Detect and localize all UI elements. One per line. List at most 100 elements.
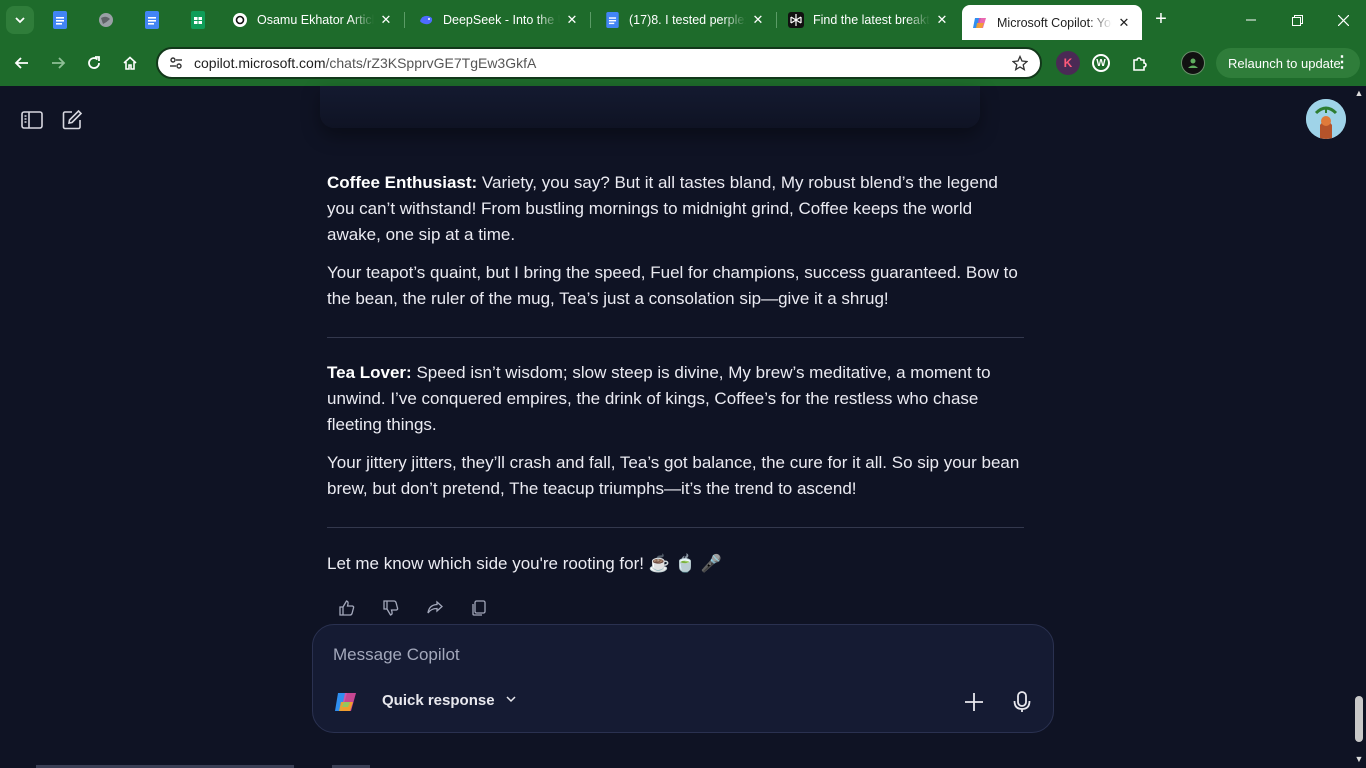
thumbs-down-icon[interactable] bbox=[380, 597, 402, 619]
plus-icon bbox=[965, 693, 983, 711]
minimize-button[interactable] bbox=[1228, 0, 1274, 40]
tab-perplexity-doc[interactable]: (17)8. I tested perplexity ✕ bbox=[594, 6, 776, 34]
browser-toolbar: copilot.microsoft.com/chats/rZ3KSpprvGE7… bbox=[0, 40, 1366, 86]
perplexity-icon bbox=[788, 12, 804, 28]
extension-w-icon: W bbox=[1096, 57, 1106, 69]
home-icon bbox=[123, 56, 137, 70]
pinned-tab-globe[interactable] bbox=[93, 7, 119, 33]
close-icon bbox=[1337, 14, 1349, 26]
url-text: copilot.microsoft.com/chats/rZ3KSpprvGE7… bbox=[194, 55, 536, 71]
add-attachment-button[interactable] bbox=[961, 689, 987, 715]
scrollbar-thumb[interactable] bbox=[1355, 696, 1363, 742]
docs-icon bbox=[604, 12, 620, 28]
url-path: /chats/rZ3KSpprvGE7TgEw3GkfA bbox=[325, 55, 537, 71]
tab-title: DeepSeek - Into the Unknown bbox=[443, 13, 560, 27]
tab-search-button[interactable] bbox=[6, 6, 34, 34]
puzzle-icon bbox=[1133, 57, 1147, 71]
chevron-down-icon bbox=[15, 17, 25, 24]
toggle-sidebar-button[interactable] bbox=[20, 108, 44, 132]
close-icon[interactable]: ✕ bbox=[750, 12, 766, 28]
coffee-verse-1: Coffee Enthusiast: Variety, you say? But… bbox=[327, 170, 1024, 248]
close-icon[interactable]: ✕ bbox=[564, 12, 580, 28]
tab-copilot-active[interactable]: Microsoft Copilot: Your AI companion ✕ bbox=[962, 5, 1142, 40]
pinned-tab-sheets[interactable] bbox=[185, 7, 211, 33]
voice-input-button[interactable] bbox=[1009, 689, 1035, 715]
extensions-button[interactable] bbox=[1128, 51, 1152, 75]
deepseek-icon bbox=[418, 12, 434, 28]
restore-icon bbox=[1291, 14, 1303, 26]
tab-title: (17)8. I tested perplexity bbox=[629, 13, 746, 27]
restore-button[interactable] bbox=[1274, 0, 1320, 40]
tea-verse-1: Tea Lover: Speed isn’t wisdom; slow stee… bbox=[327, 360, 1024, 438]
copy-icon[interactable] bbox=[468, 597, 490, 619]
tab-separator bbox=[776, 12, 777, 28]
coffee-section: Coffee Enthusiast: Variety, you say? But… bbox=[327, 170, 1024, 324]
close-icon[interactable]: ✕ bbox=[934, 12, 950, 28]
pinned-tab-docs[interactable] bbox=[47, 7, 73, 33]
arrow-right-icon bbox=[52, 57, 66, 69]
message-actions bbox=[336, 597, 490, 619]
sheets-icon bbox=[191, 11, 205, 29]
avatar-icon bbox=[1306, 99, 1346, 139]
tab-osamu[interactable]: Osamu Ekhator Articles ✕ bbox=[222, 6, 404, 34]
site-info-icon[interactable] bbox=[166, 55, 186, 71]
message-input[interactable]: Message Copilot bbox=[333, 645, 460, 665]
new-tab-button[interactable]: + bbox=[1150, 9, 1172, 31]
pinned-tab-docs-2[interactable] bbox=[139, 7, 165, 33]
bookmark-star-icon[interactable] bbox=[1011, 54, 1029, 76]
compose-icon bbox=[62, 109, 83, 130]
tab-title: Find the latest breakthroughs bbox=[813, 13, 930, 27]
extension-w-button[interactable]: W bbox=[1092, 54, 1110, 72]
extension-k-icon: K bbox=[1063, 56, 1073, 70]
threads-icon bbox=[232, 12, 248, 28]
back-button[interactable] bbox=[8, 49, 36, 77]
menu-dots-icon[interactable]: ⋮ bbox=[1334, 52, 1350, 72]
scroll-up-arrow-icon[interactable]: ▲ bbox=[1353, 88, 1365, 98]
copilot-icon bbox=[972, 15, 988, 31]
profile-button[interactable] bbox=[1181, 51, 1205, 75]
url-domain: copilot.microsoft.com bbox=[194, 55, 326, 71]
thumbs-up-icon[interactable] bbox=[336, 597, 358, 619]
sidebar-icon bbox=[21, 111, 43, 129]
chevron-down-icon bbox=[505, 692, 517, 709]
tea-section: Tea Lover: Speed isn’t wisdom; slow stee… bbox=[327, 360, 1024, 514]
tea-verse-1-text: Speed isn’t wisdom; slow steep is divine… bbox=[327, 363, 991, 434]
tab-deepseek[interactable]: DeepSeek - Into the Unknown ✕ bbox=[408, 6, 590, 34]
docs-icon bbox=[53, 11, 67, 29]
coffee-verse-2: Your teapot’s quaint, but I bring the sp… bbox=[327, 263, 1018, 308]
extension-k-button[interactable]: K bbox=[1056, 51, 1080, 75]
page-scrollbar[interactable] bbox=[1352, 86, 1366, 768]
tea-verse-2: Your jittery jitters, they’ll crash and … bbox=[327, 453, 1020, 498]
closing-section: Let me know which side you're rooting fo… bbox=[327, 551, 1024, 589]
tea-speaker-label: Tea Lover: bbox=[327, 363, 412, 382]
arrow-left-icon bbox=[14, 57, 28, 69]
minimize-icon bbox=[1246, 19, 1256, 21]
share-icon[interactable] bbox=[424, 597, 446, 619]
tab-strip: Osamu Ekhator Articles ✕ DeepSeek - Into… bbox=[0, 0, 1366, 40]
globe-icon bbox=[99, 13, 113, 27]
tab-title: Osamu Ekhator Articles bbox=[257, 13, 374, 27]
close-icon[interactable]: ✕ bbox=[1116, 15, 1132, 31]
close-window-button[interactable] bbox=[1320, 0, 1366, 40]
new-chat-button[interactable] bbox=[60, 108, 84, 132]
microphone-icon bbox=[1013, 691, 1031, 712]
reload-icon bbox=[88, 56, 100, 69]
response-mode-label: Quick response bbox=[382, 692, 495, 709]
forward-button[interactable] bbox=[44, 49, 72, 77]
home-button[interactable] bbox=[116, 49, 144, 77]
scroll-down-arrow-icon[interactable]: ▼ bbox=[1353, 754, 1365, 764]
coffee-speaker-label: Coffee Enthusiast: bbox=[327, 173, 478, 192]
previous-message-fade bbox=[320, 86, 980, 128]
user-avatar[interactable] bbox=[1306, 99, 1346, 139]
copilot-page: Coffee Enthusiast: Variety, you say? But… bbox=[0, 86, 1366, 768]
reload-button[interactable] bbox=[80, 49, 108, 77]
close-icon[interactable]: ✕ bbox=[378, 12, 394, 28]
relaunch-button[interactable]: Relaunch to update ⋮ bbox=[1216, 48, 1360, 78]
address-bar[interactable]: copilot.microsoft.com/chats/rZ3KSpprvGE7… bbox=[156, 47, 1042, 79]
tab-title: Microsoft Copilot: Your AI companion bbox=[997, 15, 1112, 30]
section-divider bbox=[327, 337, 1024, 338]
response-mode-dropdown[interactable]: Quick response bbox=[382, 692, 517, 709]
tab-separator bbox=[590, 12, 591, 28]
tab-perplexity[interactable]: Find the latest breakthroughs ✕ bbox=[778, 6, 960, 34]
copilot-logo-icon bbox=[333, 689, 359, 715]
